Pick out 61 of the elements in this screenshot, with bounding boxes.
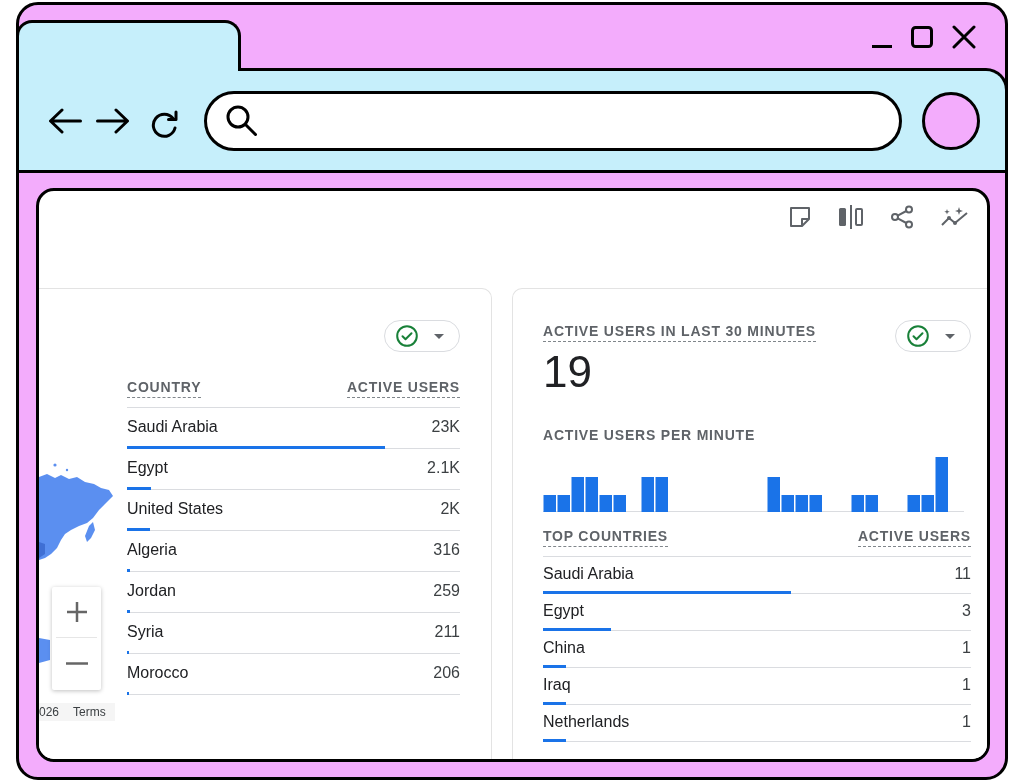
minute-bar xyxy=(795,495,808,512)
country-name: Morocco xyxy=(127,663,189,683)
minute-bar xyxy=(865,495,878,512)
caret-icon xyxy=(945,333,955,339)
active-users-value: 3 xyxy=(962,601,971,621)
check-circle-icon xyxy=(396,325,418,347)
active-users-value: 1 xyxy=(962,675,971,695)
country-name: Egypt xyxy=(543,601,584,621)
forward-arrow-icon[interactable] xyxy=(96,107,130,134)
search-icon xyxy=(225,104,258,137)
country-name: Netherlands xyxy=(543,712,630,732)
column-header: ACTIVE USERS xyxy=(346,377,460,398)
browser-tab[interactable] xyxy=(16,20,241,71)
reload-icon[interactable] xyxy=(150,108,180,139)
profile-circle-icon[interactable] xyxy=(922,91,980,150)
check-circle-icon xyxy=(907,325,929,347)
active-users-count: 19 xyxy=(543,352,592,392)
close-icon[interactable] xyxy=(952,24,976,49)
active-users-value: 1 xyxy=(962,712,971,732)
minute-bar xyxy=(809,495,822,512)
active-users-value: 1 xyxy=(962,638,971,658)
terms-link[interactable]: Terms xyxy=(73,705,106,719)
share-icon[interactable] xyxy=(890,205,914,229)
maximize-icon[interactable] xyxy=(911,25,933,48)
active-users-value: 259 xyxy=(433,581,460,601)
chart-title: ACTIVE USERS PER MINUTE xyxy=(543,426,756,445)
country-name: Algeria xyxy=(127,540,177,560)
minute-bar xyxy=(907,495,920,512)
card-title: ACTIVE USERS IN LAST 30 MINUTES xyxy=(543,321,816,342)
active-users-value: 316 xyxy=(433,540,460,560)
country-name: Jordan xyxy=(127,581,176,601)
minus-icon[interactable] xyxy=(65,662,88,665)
map-attribution: 026 xyxy=(39,705,60,719)
active-users-value: 2K xyxy=(440,499,460,519)
minute-bar xyxy=(641,477,654,512)
split-columns-icon[interactable] xyxy=(838,205,864,229)
plus-icon[interactable] xyxy=(65,601,88,623)
active-users-value: 206 xyxy=(433,663,460,683)
country-name: Iraq xyxy=(543,675,571,695)
column-header: ACTIVE USERS xyxy=(857,526,971,547)
country-name: China xyxy=(543,638,585,658)
column-header: COUNTRY xyxy=(127,377,202,398)
status-dropdown[interactable] xyxy=(384,320,460,352)
active-users-value: 2.1K xyxy=(427,458,460,478)
country-name: Saudi Arabia xyxy=(543,564,634,584)
country-name: Egypt xyxy=(127,458,168,478)
minute-bar xyxy=(613,495,626,512)
caret-icon xyxy=(434,333,444,339)
column-header: TOP COUNTRIES xyxy=(543,526,668,547)
active-users-value: 23K xyxy=(431,417,460,437)
country-name: United States xyxy=(127,499,224,519)
back-arrow-icon[interactable] xyxy=(48,107,82,134)
country-name: Syria xyxy=(127,622,164,642)
minute-bar xyxy=(655,477,668,512)
minute-bar xyxy=(851,495,864,512)
active-users-value: 11 xyxy=(954,564,971,584)
country-name: Saudi Arabia xyxy=(127,417,218,437)
note-icon[interactable] xyxy=(788,205,812,229)
minute-bar xyxy=(543,495,556,512)
status-dropdown[interactable] xyxy=(895,320,971,352)
active-users-value: 211 xyxy=(434,622,460,642)
